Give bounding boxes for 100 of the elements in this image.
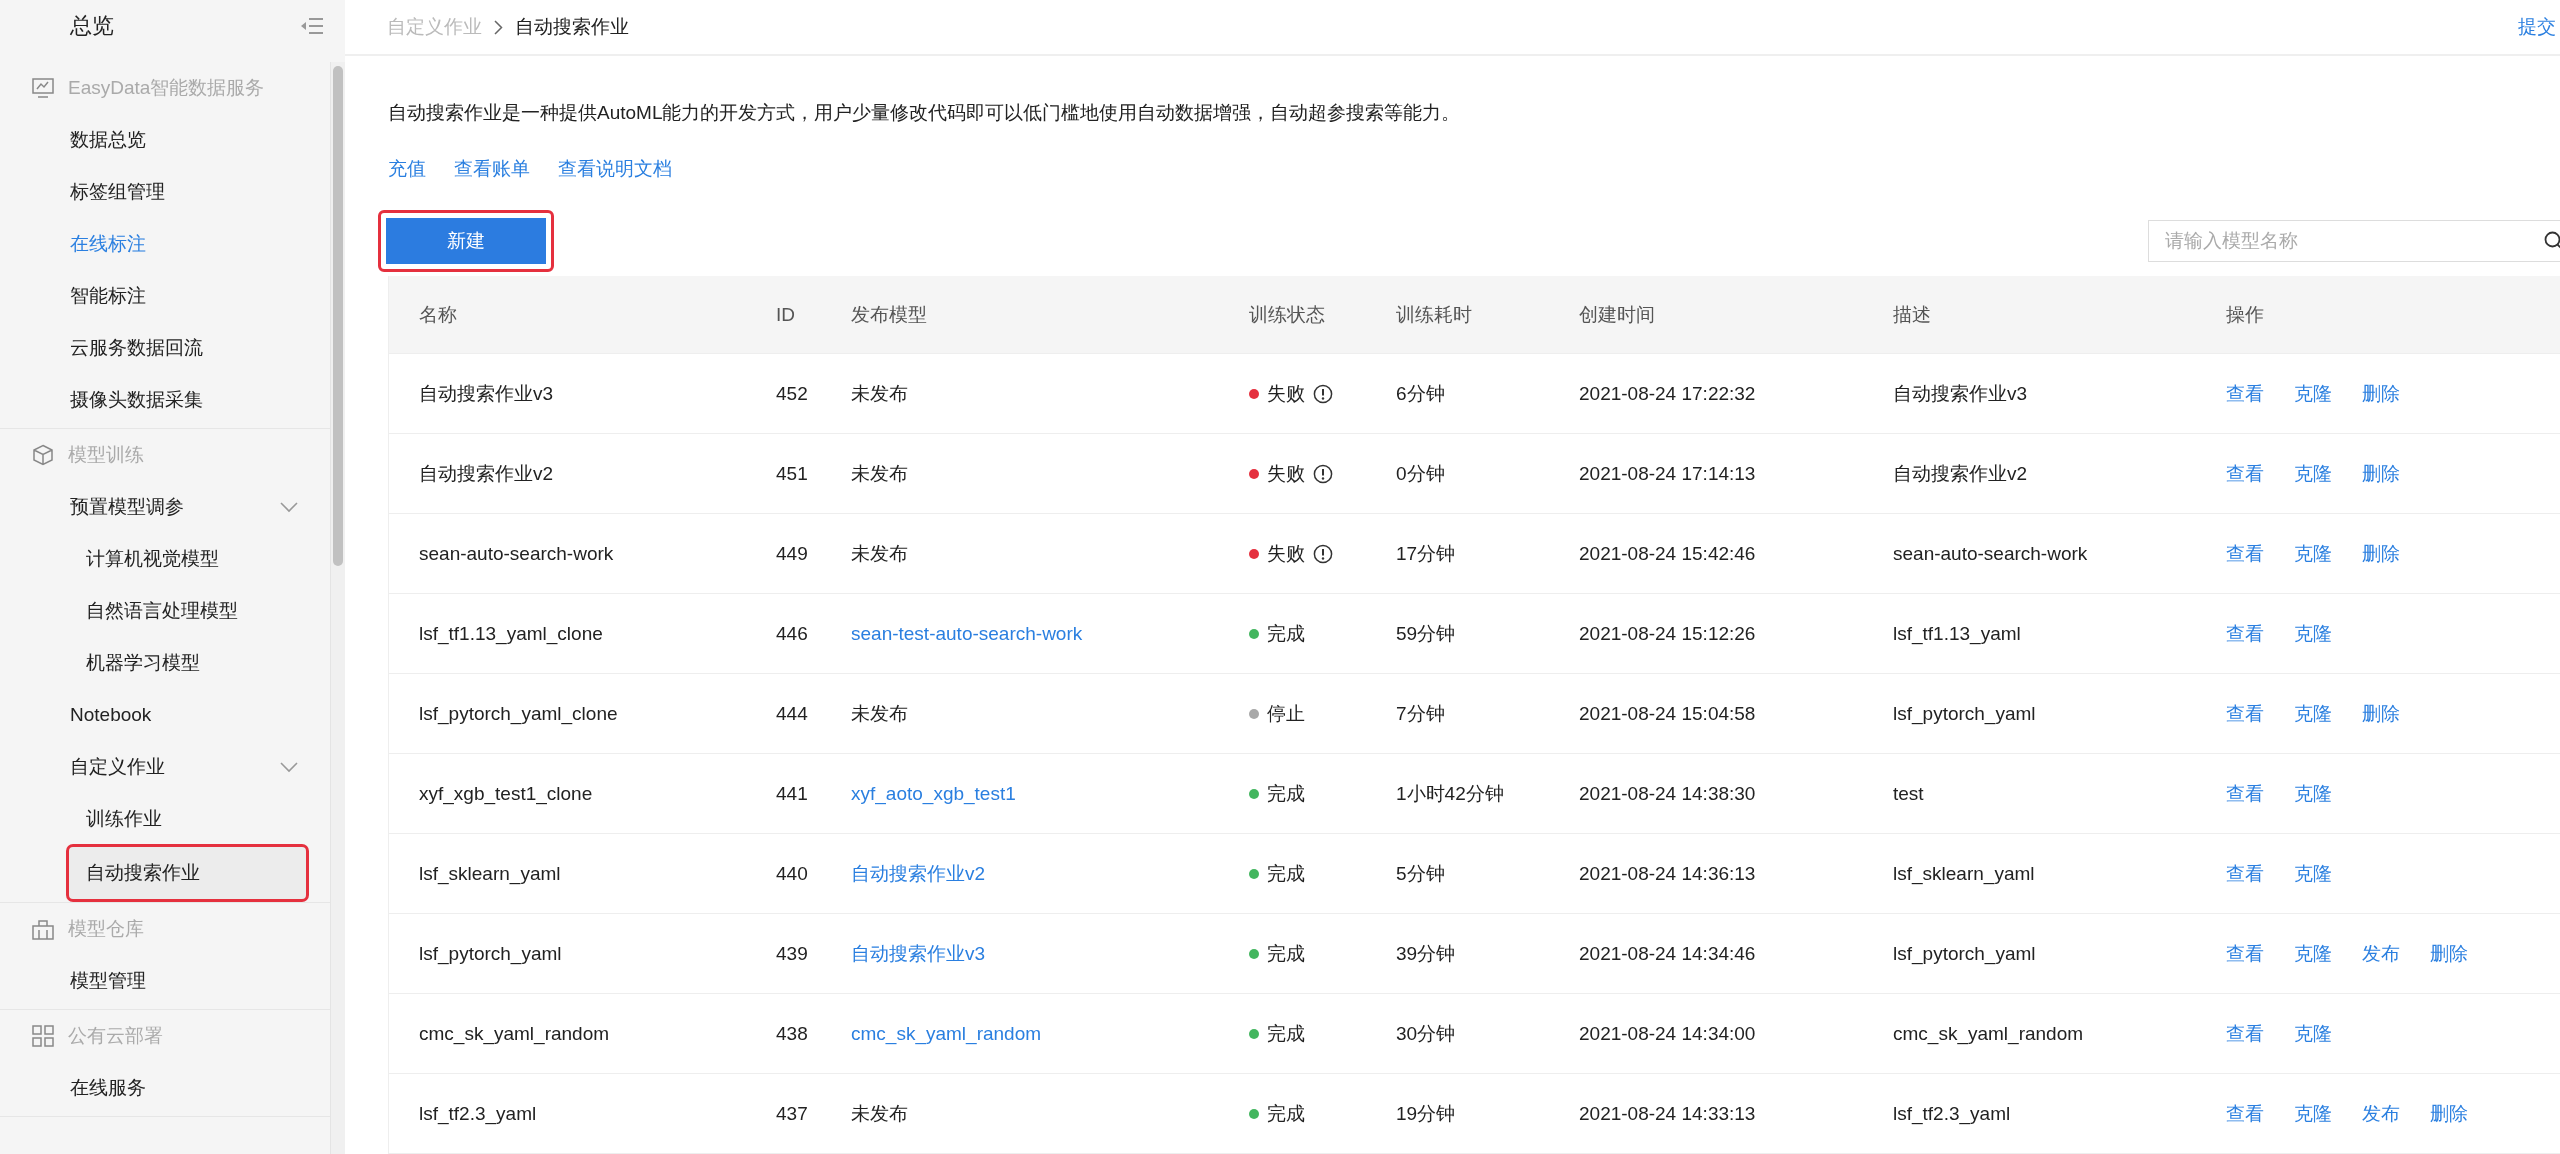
link[interactable]: 查看账单 bbox=[454, 156, 530, 182]
sidebar-item[interactable]: 摄像头数据采集 bbox=[0, 374, 330, 426]
sidebar-item[interactable]: 在线标注 bbox=[0, 218, 330, 270]
info-icon[interactable] bbox=[1313, 463, 1333, 484]
table-cell: lsf_pytorch_yaml bbox=[419, 942, 562, 965]
sidebar-item[interactable]: 计算机视觉模型 bbox=[66, 533, 309, 585]
action-link[interactable]: 克隆 bbox=[2294, 1020, 2332, 1047]
action-link[interactable]: 删除 bbox=[2362, 460, 2400, 487]
model-link[interactable]: sean-test-auto-search-work bbox=[851, 622, 1083, 645]
action-link[interactable]: 克隆 bbox=[2294, 860, 2332, 887]
collapse-menu-icon[interactable] bbox=[301, 17, 323, 35]
sidebar-item[interactable]: 训练作业 bbox=[66, 793, 309, 845]
sidebar-item[interactable]: 机器学习模型 bbox=[66, 637, 309, 689]
sidebar-item[interactable]: Notebook bbox=[0, 689, 330, 741]
chevron-icon[interactable] bbox=[280, 501, 298, 513]
model-link[interactable]: cmc_sk_yaml_random bbox=[851, 1022, 1042, 1045]
table-cell: cmc_sk_yaml_random bbox=[419, 1022, 610, 1045]
scrollbar-thumb[interactable] bbox=[333, 66, 343, 566]
action-link[interactable]: 发布 bbox=[2362, 1100, 2400, 1127]
table-cell: 2021-08-24 14:38:30 bbox=[1579, 782, 1756, 805]
table-cell-text: 30分钟 bbox=[1396, 1021, 1456, 1046]
sidebar-item[interactable]: 云服务数据回流 bbox=[0, 322, 330, 374]
info-icon[interactable] bbox=[1313, 383, 1333, 404]
action-link[interactable]: 克隆 bbox=[2294, 700, 2332, 727]
new-button[interactable]: 新建 bbox=[386, 218, 546, 264]
table-cell-text: 自动搜索作业v2 bbox=[419, 461, 554, 486]
scrollbar[interactable] bbox=[331, 62, 345, 1154]
table-cell: 437 bbox=[776, 1102, 808, 1125]
action-link[interactable]: 查看 bbox=[2226, 540, 2264, 567]
column-header: 名称 bbox=[419, 302, 457, 327]
table-cell-text: 未发布 bbox=[851, 541, 908, 566]
sidebar-item[interactable]: 模型管理 bbox=[0, 955, 330, 1007]
status-text: 完成 bbox=[1267, 621, 1305, 646]
action-link[interactable]: 查看 bbox=[2226, 940, 2264, 967]
table-cell: lsf_pytorch_yaml_clone bbox=[419, 702, 618, 725]
link[interactable]: 充值 bbox=[388, 156, 426, 182]
action-link[interactable]: 删除 bbox=[2362, 380, 2400, 407]
sidebar-group-title: 模型仓库 bbox=[68, 917, 144, 941]
sidebar-item[interactable]: 智能标注 bbox=[0, 270, 330, 322]
model-link[interactable]: xyf_aoto_xgb_test1 bbox=[851, 782, 1016, 805]
submit-link[interactable]: 提交 bbox=[2518, 14, 2556, 40]
table-cell: 2021-08-24 14:34:00 bbox=[1579, 1022, 1756, 1045]
action-link[interactable]: 删除 bbox=[2362, 540, 2400, 567]
table-cell-text: 17分钟 bbox=[1396, 541, 1456, 566]
table-cell-text: 自动搜索作业v3 bbox=[419, 381, 554, 406]
column-header: 描述 bbox=[1893, 302, 1931, 327]
table-cell: 2021-08-24 17:22:32 bbox=[1579, 382, 1756, 405]
table-cell: lsf_pytorch_yaml bbox=[1893, 702, 2036, 725]
model-link[interactable]: 自动搜索作业v3 bbox=[851, 940, 986, 967]
sidebar-item[interactable]: 自然语言处理模型 bbox=[66, 585, 309, 637]
chevron-icon[interactable] bbox=[280, 761, 298, 773]
status-text: 完成 bbox=[1267, 1101, 1305, 1126]
action-link[interactable]: 克隆 bbox=[2294, 540, 2332, 567]
table-cell: 451 bbox=[776, 462, 808, 485]
table-cell: 446 bbox=[776, 622, 808, 645]
action-link[interactable]: 查看 bbox=[2226, 1020, 2264, 1047]
action-link[interactable]: 克隆 bbox=[2294, 620, 2332, 647]
search-icon[interactable] bbox=[2544, 231, 2560, 251]
action-link[interactable]: 克隆 bbox=[2294, 460, 2332, 487]
status-text: 失败 bbox=[1267, 461, 1305, 486]
chart-monitor-icon bbox=[32, 77, 54, 99]
table-cell: lsf_tf2.3_yaml bbox=[419, 1102, 537, 1125]
sidebar-item[interactable]: 自定义作业 bbox=[0, 741, 165, 793]
action-link[interactable]: 克隆 bbox=[2294, 940, 2332, 967]
building-icon bbox=[32, 918, 54, 940]
action-link[interactable]: 查看 bbox=[2226, 620, 2264, 647]
table-cell-text: 39分钟 bbox=[1396, 941, 1456, 966]
action-link[interactable]: 查看 bbox=[2226, 460, 2264, 487]
action-link[interactable]: 删除 bbox=[2430, 1100, 2468, 1127]
action-link[interactable]: 克隆 bbox=[2294, 780, 2332, 807]
table-cell-text: 自动搜索作业v2 bbox=[1893, 461, 2028, 486]
action-link[interactable]: 查看 bbox=[2226, 1100, 2264, 1127]
action-link[interactable]: 查看 bbox=[2226, 860, 2264, 887]
table-cell: sean-auto-search-work bbox=[1893, 542, 2088, 565]
table-cell: 439 bbox=[776, 942, 808, 965]
action-link[interactable]: 查看 bbox=[2226, 780, 2264, 807]
table-cell: lsf_tf1.13_yaml_clone bbox=[419, 622, 603, 645]
table-cell: 2021-08-24 14:36:13 bbox=[1579, 862, 1756, 885]
table-cell-text: 1小时42分钟 bbox=[1396, 781, 1504, 806]
table-cell-text: 自动搜索作业v3 bbox=[1893, 381, 2028, 406]
search-field[interactable]: 请输入模型名称 bbox=[2148, 220, 2560, 262]
action-link[interactable]: 查看 bbox=[2226, 700, 2264, 727]
sidebar-item[interactable]: 标签组管理 bbox=[0, 166, 330, 218]
table-cell-text: 未发布 bbox=[851, 701, 908, 726]
sidebar-item[interactable]: 在线服务 bbox=[0, 1062, 330, 1114]
info-icon[interactable] bbox=[1313, 543, 1333, 564]
table-cell: sean-auto-search-work bbox=[419, 542, 614, 565]
action-link[interactable]: 克隆 bbox=[2294, 1100, 2332, 1127]
action-link[interactable]: 克隆 bbox=[2294, 380, 2332, 407]
action-link[interactable]: 发布 bbox=[2362, 940, 2400, 967]
action-link[interactable]: 查看 bbox=[2226, 380, 2264, 407]
model-link[interactable]: 自动搜索作业v2 bbox=[851, 860, 986, 887]
action-link[interactable]: 删除 bbox=[2430, 940, 2468, 967]
column-header: 发布模型 bbox=[851, 302, 927, 327]
sidebar-item[interactable]: 预置模型调参 bbox=[0, 481, 184, 533]
sidebar-item[interactable]: 数据总览 bbox=[0, 114, 330, 166]
column-header: 训练状态 bbox=[1249, 302, 1325, 327]
action-link[interactable]: 删除 bbox=[2362, 700, 2400, 727]
sidebar-item[interactable]: 自动搜索作业 bbox=[66, 844, 309, 902]
link[interactable]: 查看说明文档 bbox=[558, 156, 672, 182]
